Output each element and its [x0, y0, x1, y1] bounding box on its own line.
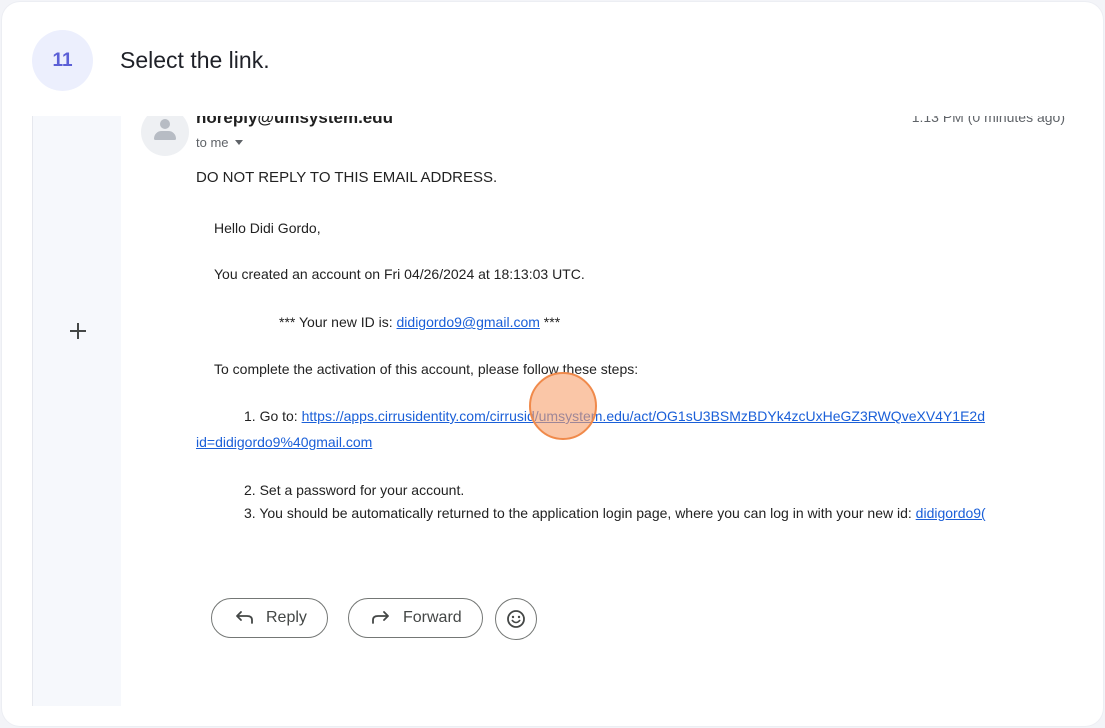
step3-line: 3. You should be automatically returned … [244, 505, 986, 521]
email-screenshot: noreply@umsystem.edu 1:13 PM (0 minutes … [32, 116, 1095, 706]
new-id-link[interactable]: didigordo9@gmail.com [397, 314, 540, 330]
emoji-reaction-button[interactable] [495, 598, 537, 640]
activation-link[interactable]: https://apps.cirrusidentity.com/cirrusid… [302, 408, 985, 424]
step2-line: 2. Set a password for your account. [244, 482, 465, 498]
created-line: You created an account on Fri 04/26/2024… [214, 266, 585, 282]
sender-avatar [141, 116, 189, 156]
step3-id-link[interactable]: didigordo9( [916, 505, 986, 521]
person-icon [160, 119, 170, 129]
step1-link-continuation: id=didigordo9%40gmail.com [196, 434, 372, 450]
step3-prefix: 3. You should be automatically returned … [244, 505, 916, 521]
step1-line: 1. Go to: https://apps.cirrusidentity.co… [244, 408, 985, 424]
step-number-badge: 11 [32, 30, 93, 91]
new-id-line: *** Your new ID is: didigordo9@gmail.com… [279, 314, 560, 330]
step-card: 11 Select the link. noreply@umsystem.edu… [2, 2, 1103, 726]
forward-button[interactable]: Forward [348, 598, 483, 638]
reply-button[interactable]: Reply [211, 598, 328, 638]
step1-prefix: 1. Go to: [244, 408, 302, 424]
step-instruction: Select the link. [120, 47, 270, 73]
reply-icon [236, 611, 253, 624]
greeting-line: Hello Didi Gordo, [214, 220, 321, 236]
gmail-sidebar [33, 116, 121, 706]
email-timestamp: 1:13 PM (0 minutes ago) [911, 116, 1065, 125]
new-id-prefix: *** Your new ID is: [279, 314, 397, 330]
warning-line: DO NOT REPLY TO THIS EMAIL ADDRESS. [196, 169, 498, 186]
new-id-suffix: *** [539, 314, 561, 330]
plus-icon[interactable] [68, 321, 88, 341]
recipient-toggle[interactable]: to me [196, 135, 243, 150]
caret-down-icon [234, 140, 243, 145]
sender-address[interactable]: noreply@umsystem.edu [196, 116, 393, 128]
click-target-marker [529, 372, 597, 440]
forward-icon [372, 611, 389, 624]
recipient-label: to me [196, 135, 229, 150]
smiley-icon [507, 610, 525, 628]
activation-link-continued[interactable]: id=didigordo9%40gmail.com [196, 434, 372, 450]
reply-label: Reply [266, 609, 307, 626]
forward-label: Forward [403, 609, 462, 626]
